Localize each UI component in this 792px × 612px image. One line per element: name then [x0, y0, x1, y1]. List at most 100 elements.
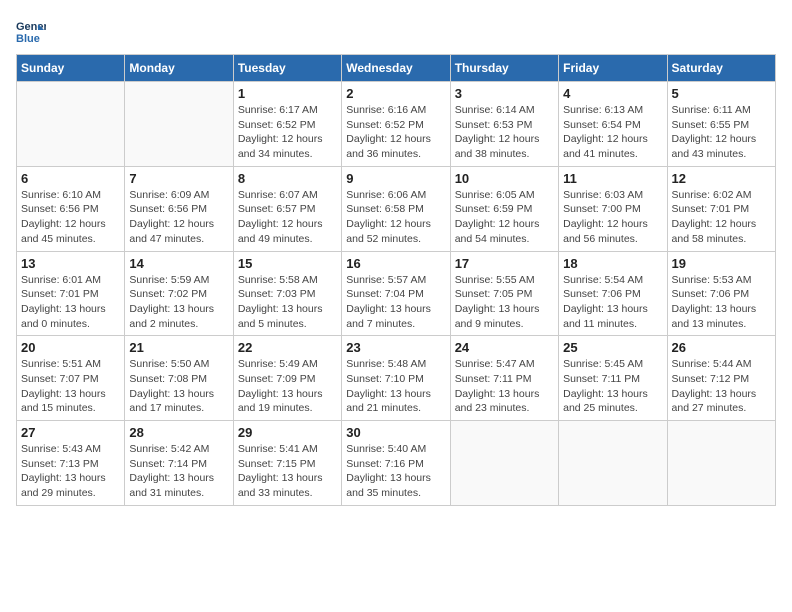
day-info: Sunrise: 6:10 AM Sunset: 6:56 PM Dayligh… — [21, 188, 120, 247]
calendar-cell: 4 Sunrise: 6:13 AM Sunset: 6:54 PM Daylig… — [559, 82, 667, 167]
calendar-cell — [450, 421, 558, 506]
calendar-cell: 23Sunrise: 5:48 AM Sunset: 7:10 PM Dayli… — [342, 336, 450, 421]
day-number: 12 — [672, 171, 771, 186]
weekday-header-friday: Friday — [559, 55, 667, 82]
calendar-cell: 11Sunrise: 6:03 AM Sunset: 7:00 PM Dayli… — [559, 166, 667, 251]
calendar-cell: 8 Sunrise: 6:07 AM Sunset: 6:57 PM Daylig… — [233, 166, 341, 251]
day-info: Sunrise: 6:03 AM Sunset: 7:00 PM Dayligh… — [563, 188, 662, 247]
day-number: 15 — [238, 256, 337, 271]
calendar-cell — [667, 421, 775, 506]
weekday-header-tuesday: Tuesday — [233, 55, 341, 82]
calendar-cell: 1 Sunrise: 6:17 AM Sunset: 6:52 PM Daylig… — [233, 82, 341, 167]
day-number: 25 — [563, 340, 662, 355]
day-number: 20 — [21, 340, 120, 355]
day-info: Sunrise: 6:11 AM Sunset: 6:55 PM Dayligh… — [672, 103, 771, 162]
day-info: Sunrise: 5:55 AM Sunset: 7:05 PM Dayligh… — [455, 273, 554, 332]
day-info: Sunrise: 5:53 AM Sunset: 7:06 PM Dayligh… — [672, 273, 771, 332]
day-info: Sunrise: 5:58 AM Sunset: 7:03 PM Dayligh… — [238, 273, 337, 332]
day-number: 21 — [129, 340, 228, 355]
calendar-cell: 17 Sunrise: 5:55 AM Sunset: 7:05 PM Dayli… — [450, 251, 558, 336]
day-info: Sunrise: 6:06 AM Sunset: 6:58 PM Dayligh… — [346, 188, 445, 247]
calendar-cell: 24 Sunrise: 5:47 AM Sunset: 7:11 PM Dayli… — [450, 336, 558, 421]
calendar-cell: 6 Sunrise: 6:10 AM Sunset: 6:56 PM Daylig… — [17, 166, 125, 251]
day-number: 16 — [346, 256, 445, 271]
weekday-header-sunday: Sunday — [17, 55, 125, 82]
day-number: 18 — [563, 256, 662, 271]
calendar-cell: 16 Sunrise: 5:57 AM Sunset: 7:04 PM Dayli… — [342, 251, 450, 336]
weekday-header-saturday: Saturday — [667, 55, 775, 82]
calendar-cell: 7 Sunrise: 6:09 AM Sunset: 6:56 PM Daylig… — [125, 166, 233, 251]
svg-text:General: General — [16, 21, 46, 33]
day-info: Sunrise: 6:09 AM Sunset: 6:56 PM Dayligh… — [129, 188, 228, 247]
calendar-cell: 14 Sunrise: 5:59 AM Sunset: 7:02 PM Dayli… — [125, 251, 233, 336]
calendar-cell — [125, 82, 233, 167]
svg-text:Blue: Blue — [16, 33, 40, 45]
calendar-header: General Blue — [16, 16, 776, 46]
calendar-cell: 5 Sunrise: 6:11 AM Sunset: 6:55 PM Daylig… — [667, 82, 775, 167]
day-info: Sunrise: 5:54 AM Sunset: 7:06 PM Dayligh… — [563, 273, 662, 332]
day-number: 28 — [129, 425, 228, 440]
day-info: Sunrise: 6:05 AM Sunset: 6:59 PM Dayligh… — [455, 188, 554, 247]
day-info: Sunrise: 6:07 AM Sunset: 6:57 PM Dayligh… — [238, 188, 337, 247]
day-number: 23 — [346, 340, 445, 355]
day-info: Sunrise: 5:51 AM Sunset: 7:07 PM Dayligh… — [21, 357, 120, 416]
day-info: Sunrise: 6:17 AM Sunset: 6:52 PM Dayligh… — [238, 103, 337, 162]
day-number: 8 — [238, 171, 337, 186]
calendar-week-row: 20 Sunrise: 5:51 AM Sunset: 7:07 PM Dayli… — [17, 336, 776, 421]
calendar-cell: 29 Sunrise: 5:41 AM Sunset: 7:15 PM Dayli… — [233, 421, 341, 506]
calendar-cell: 9 Sunrise: 6:06 AM Sunset: 6:58 PM Daylig… — [342, 166, 450, 251]
day-info: Sunrise: 5:50 AM Sunset: 7:08 PM Dayligh… — [129, 357, 228, 416]
day-info: Sunrise: 5:47 AM Sunset: 7:11 PM Dayligh… — [455, 357, 554, 416]
calendar-cell — [17, 82, 125, 167]
day-number: 3 — [455, 86, 554, 101]
weekday-header-row: SundayMondayTuesdayWednesdayThursdayFrid… — [17, 55, 776, 82]
day-number: 13 — [21, 256, 120, 271]
calendar-cell: 28 Sunrise: 5:42 AM Sunset: 7:14 PM Dayli… — [125, 421, 233, 506]
weekday-header-thursday: Thursday — [450, 55, 558, 82]
day-info: Sunrise: 5:42 AM Sunset: 7:14 PM Dayligh… — [129, 442, 228, 501]
day-number: 7 — [129, 171, 228, 186]
calendar-cell: 12 Sunrise: 6:02 AM Sunset: 7:01 PM Dayli… — [667, 166, 775, 251]
day-info: Sunrise: 6:01 AM Sunset: 7:01 PM Dayligh… — [21, 273, 120, 332]
day-info: Sunrise: 5:57 AM Sunset: 7:04 PM Dayligh… — [346, 273, 445, 332]
day-number: 2 — [346, 86, 445, 101]
day-number: 1 — [238, 86, 337, 101]
day-number: 4 — [563, 86, 662, 101]
day-number: 24 — [455, 340, 554, 355]
day-number: 10 — [455, 171, 554, 186]
day-info: Sunrise: 6:16 AM Sunset: 6:52 PM Dayligh… — [346, 103, 445, 162]
calendar-table: SundayMondayTuesdayWednesdayThursdayFrid… — [16, 54, 776, 506]
day-number: 14 — [129, 256, 228, 271]
day-number: 17 — [455, 256, 554, 271]
day-info: Sunrise: 5:41 AM Sunset: 7:15 PM Dayligh… — [238, 442, 337, 501]
calendar-cell: 2 Sunrise: 6:16 AM Sunset: 6:52 PM Daylig… — [342, 82, 450, 167]
weekday-header-wednesday: Wednesday — [342, 55, 450, 82]
day-number: 19 — [672, 256, 771, 271]
day-info: Sunrise: 6:14 AM Sunset: 6:53 PM Dayligh… — [455, 103, 554, 162]
day-number: 29 — [238, 425, 337, 440]
calendar-cell: 10 Sunrise: 6:05 AM Sunset: 6:59 PM Dayli… — [450, 166, 558, 251]
logo: General Blue — [16, 16, 50, 46]
day-info: Sunrise: 5:49 AM Sunset: 7:09 PM Dayligh… — [238, 357, 337, 416]
day-number: 26 — [672, 340, 771, 355]
calendar-week-row: 6 Sunrise: 6:10 AM Sunset: 6:56 PM Daylig… — [17, 166, 776, 251]
calendar-cell: 18 Sunrise: 5:54 AM Sunset: 7:06 PM Dayli… — [559, 251, 667, 336]
calendar-cell: 15 Sunrise: 5:58 AM Sunset: 7:03 PM Dayli… — [233, 251, 341, 336]
calendar-cell: 3 Sunrise: 6:14 AM Sunset: 6:53 PM Daylig… — [450, 82, 558, 167]
calendar-cell: 20 Sunrise: 5:51 AM Sunset: 7:07 PM Dayli… — [17, 336, 125, 421]
calendar-cell: 30Sunrise: 5:40 AM Sunset: 7:16 PM Dayli… — [342, 421, 450, 506]
day-number: 5 — [672, 86, 771, 101]
day-info: Sunrise: 5:44 AM Sunset: 7:12 PM Dayligh… — [672, 357, 771, 416]
day-number: 22 — [238, 340, 337, 355]
day-number: 9 — [346, 171, 445, 186]
day-info: Sunrise: 6:13 AM Sunset: 6:54 PM Dayligh… — [563, 103, 662, 162]
calendar-week-row: 1 Sunrise: 6:17 AM Sunset: 6:52 PM Daylig… — [17, 82, 776, 167]
day-info: Sunrise: 5:45 AM Sunset: 7:11 PM Dayligh… — [563, 357, 662, 416]
day-info: Sunrise: 5:59 AM Sunset: 7:02 PM Dayligh… — [129, 273, 228, 332]
calendar-cell: 27Sunrise: 5:43 AM Sunset: 7:13 PM Dayli… — [17, 421, 125, 506]
calendar-cell: 19 Sunrise: 5:53 AM Sunset: 7:06 PM Dayli… — [667, 251, 775, 336]
day-number: 27 — [21, 425, 120, 440]
day-info: Sunrise: 6:02 AM Sunset: 7:01 PM Dayligh… — [672, 188, 771, 247]
day-number: 6 — [21, 171, 120, 186]
logo-icon: General Blue — [16, 16, 46, 46]
